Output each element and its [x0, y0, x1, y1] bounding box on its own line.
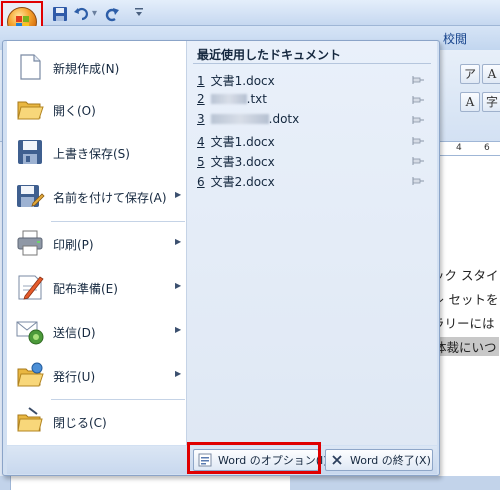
recent-document-item[interactable]: 6 文書2.docx: [197, 173, 429, 191]
status-area: [0, 476, 500, 490]
menu-divider: [51, 399, 185, 400]
menu-item-label: 名前を付けて保存(A): [53, 191, 167, 205]
ruler-tick-6: 6: [484, 143, 490, 153]
recent-document-item[interactable]: 3 .dotx: [197, 112, 429, 130]
save-icon: [15, 137, 45, 167]
recent-document-name: .dotx: [268, 112, 300, 126]
menu-item-label: 送信(D): [53, 326, 96, 340]
open-folder-icon: [15, 94, 45, 124]
menu-item-save[interactable]: 上書き保存(S): [7, 132, 187, 174]
menu-item-prepare[interactable]: 配布準備(E) ▶: [7, 267, 187, 309]
publish-icon: [15, 360, 45, 390]
menu-item-open[interactable]: 開く(O): [7, 89, 187, 131]
tab-review[interactable]: 校閲: [443, 30, 467, 47]
send-icon: [15, 316, 45, 346]
pin-icon[interactable]: [411, 134, 425, 148]
menu-item-close[interactable]: 閉じる(C): [7, 401, 187, 443]
close-document-icon: [15, 406, 45, 436]
undo-dropdown-icon[interactable]: ▾: [92, 8, 97, 19]
recent-documents-title: 最近使用したドキュメント: [197, 48, 342, 62]
menu-item-label: 上書き保存(S): [53, 147, 130, 161]
menu-item-print[interactable]: 印刷(P) ▶: [7, 223, 187, 265]
recent-document-name: 文書2.docx: [210, 175, 275, 189]
redo-icon[interactable]: [104, 6, 120, 22]
office-menu: 新規作成(N) 開く(O) 上書き保存(S) 名前を付けて保存(A) ▶ 印刷(…: [2, 40, 440, 476]
document-page-bottom: [10, 476, 290, 490]
menu-item-label: 発行(U): [53, 370, 96, 384]
submenu-arrow-icon: ▶: [175, 281, 182, 290]
pin-icon[interactable]: [411, 93, 425, 107]
printer-icon: [15, 228, 45, 258]
pin-icon[interactable]: [411, 73, 425, 87]
menu-commands: 新規作成(N) 開く(O) 上書き保存(S) 名前を付けて保存(A) ▶ 印刷(…: [7, 41, 187, 445]
document-line: ラリーには: [432, 316, 495, 331]
menu-item-publish[interactable]: 発行(U) ▶: [7, 355, 187, 397]
recent-document-name: .txt: [246, 92, 267, 106]
character-border-icon[interactable]: A: [482, 64, 500, 84]
menu-item-label: 開く(O): [53, 104, 96, 118]
menu-item-label: 新規作成(N): [53, 62, 120, 76]
recent-divider: [193, 63, 431, 64]
ruler: 4 6: [438, 142, 500, 156]
submenu-arrow-icon: ▶: [175, 325, 182, 334]
menu-footer: Word のオプション(I) Word の終了(X): [7, 446, 437, 474]
redacted-filename: [210, 114, 269, 124]
redacted-filename: [210, 94, 247, 104]
menu-item-save-as[interactable]: 名前を付けて保存(A) ▶: [7, 176, 187, 218]
word-options-button[interactable]: Word のオプション(I): [193, 449, 328, 471]
menu-item-new[interactable]: 新規作成(N): [7, 47, 187, 89]
word-options-label: Word のオプション(I): [218, 454, 328, 467]
recent-document-name: 文書1.docx: [210, 135, 275, 149]
recent-document-item[interactable]: 4 文書1.docx: [197, 133, 429, 151]
save-icon[interactable]: [52, 6, 68, 22]
prepare-icon: [15, 272, 45, 302]
recent-document-item[interactable]: 1 文書1.docx: [197, 72, 429, 90]
recent-document-name: 文書3.docx: [210, 155, 275, 169]
document-line: レ セットを: [432, 292, 499, 307]
recent-document-name: 文書1.docx: [210, 74, 275, 88]
recent-document-item[interactable]: 2 .txt: [197, 92, 429, 110]
encircle-character-icon[interactable]: 字: [482, 92, 500, 112]
menu-item-send[interactable]: 送信(D) ▶: [7, 311, 187, 353]
customize-qat-icon[interactable]: [134, 6, 144, 21]
pin-icon[interactable]: [411, 154, 425, 168]
phonetic-guide-icon[interactable]: ア: [460, 64, 480, 84]
recent-documents-pane: 最近使用したドキュメント 1 文書1.docx 2 .txt 3 .dotx 4 文書1…: [187, 41, 437, 445]
options-icon: [198, 453, 212, 467]
exit-word-label: Word の終了(X): [350, 454, 431, 467]
document-line: ック スタイ: [432, 268, 499, 283]
submenu-arrow-icon: ▶: [175, 369, 182, 378]
menu-item-label: 配布準備(E): [53, 282, 118, 296]
submenu-arrow-icon: ▶: [175, 237, 182, 246]
submenu-arrow-icon: ▶: [175, 190, 182, 199]
ruler-tick-4: 4: [456, 143, 462, 153]
close-icon: [330, 453, 344, 467]
new-document-icon: [15, 52, 45, 82]
recent-document-item[interactable]: 5 文書3.docx: [197, 153, 429, 171]
enclose-character-icon[interactable]: A: [460, 92, 480, 112]
save-as-icon: [15, 181, 45, 211]
exit-word-button[interactable]: Word の終了(X): [325, 449, 433, 471]
pin-icon[interactable]: [411, 174, 425, 188]
document-line-selected: 体裁にいつ: [432, 337, 499, 356]
undo-icon[interactable]: [74, 6, 90, 22]
pin-icon[interactable]: [411, 113, 425, 127]
menu-item-label: 閉じる(C): [53, 416, 107, 430]
menu-item-label: 印刷(P): [53, 238, 94, 252]
menu-divider: [51, 221, 185, 222]
